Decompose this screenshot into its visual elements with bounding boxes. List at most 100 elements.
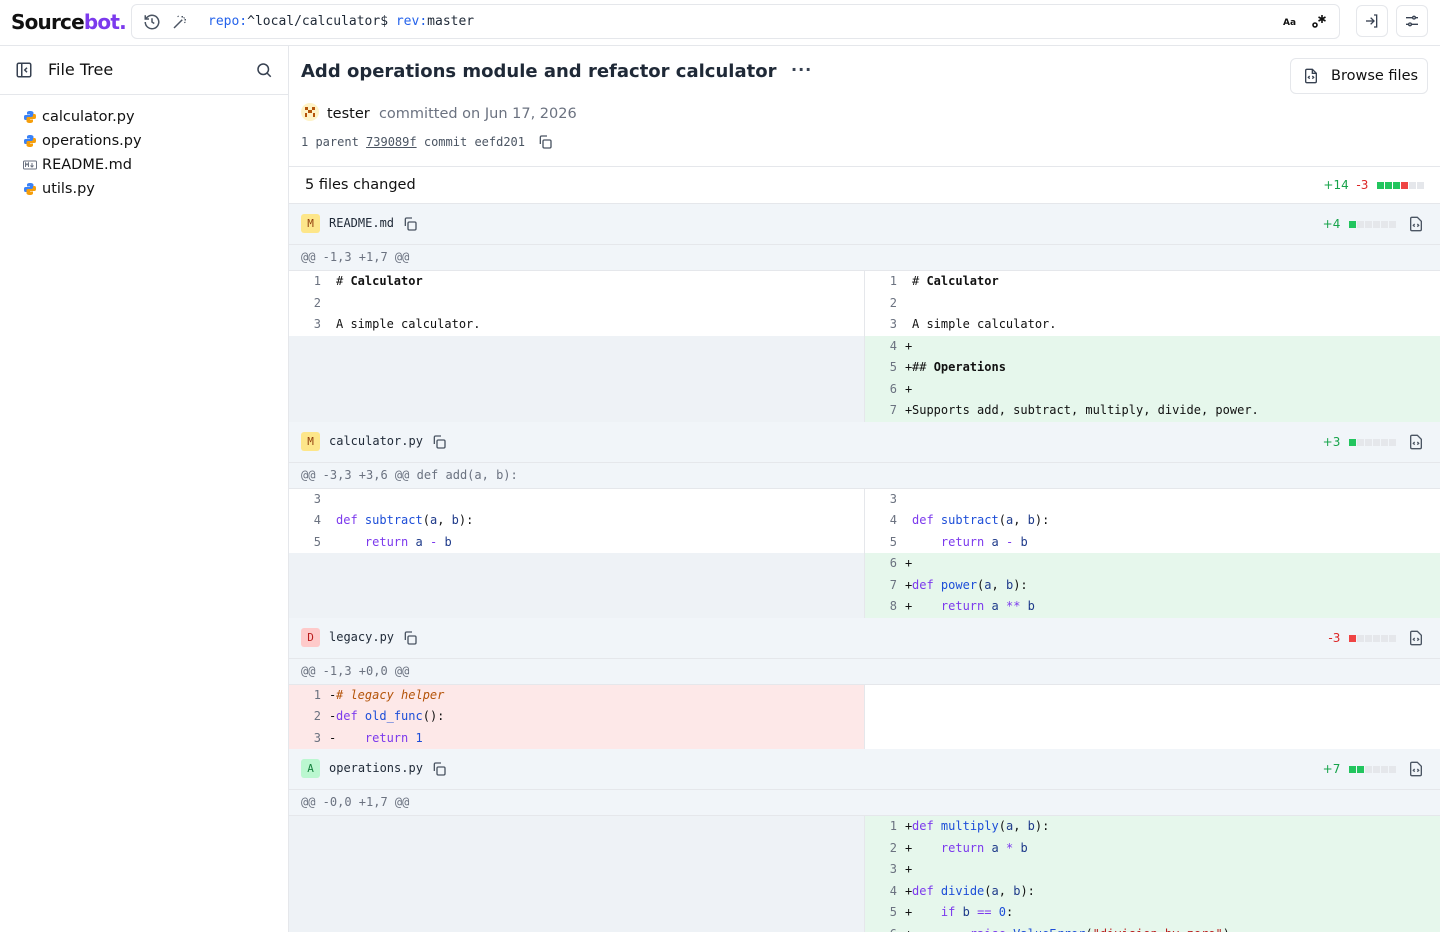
diff-right-side: 3 4 def subtract(a, b): 5 return a - b 6 +…: [865, 489, 1440, 618]
search-icon[interactable]: [255, 61, 273, 83]
browse-files-button[interactable]: Browse files: [1290, 58, 1428, 94]
search-bar[interactable]: repo:^local/calculator$ rev:master Aa: [131, 4, 1340, 39]
file-name[interactable]: README.md: [329, 216, 394, 230]
collapse-panel-icon[interactable]: [15, 61, 33, 83]
added-line: 7 + Supports add, subtract, multiply, divi…: [865, 400, 1440, 422]
magic-wand-icon[interactable]: [171, 13, 189, 31]
files-changed-label: 5 files changed: [305, 177, 416, 193]
commit-hash: eefd201: [474, 135, 526, 149]
diff-line: 5 return a - b: [889, 534, 1028, 549]
added-line: 2 + return a * b: [865, 837, 1440, 859]
regex-icon[interactable]: [1311, 13, 1329, 31]
diff-line: 4 def subtract(a, b):: [313, 513, 474, 527]
search-query: repo:^local/calculator$ rev:master: [208, 14, 475, 29]
tree-item[interactable]: README.md: [0, 153, 288, 177]
commit-author-line: tester committed on Jun 17, 2026: [301, 103, 577, 122]
diff-line: 4 def subtract(a, b):: [889, 513, 1050, 527]
file-diff-header: M calculator.py +3: [289, 421, 1440, 463]
python-icon: [24, 135, 36, 147]
file-name[interactable]: legacy.py: [329, 630, 394, 644]
diff-line: 2: [313, 295, 321, 310]
history-icon[interactable]: [143, 13, 161, 31]
added-line: 7 + def power(a, b):: [865, 574, 1440, 596]
modified-badge: M: [301, 214, 320, 233]
file-tree: calculator.py operations.py README.md ut…: [0, 95, 288, 201]
file-code-icon: [1305, 68, 1317, 84]
diff-line: 3: [313, 491, 321, 506]
diff-line: 3: [889, 491, 897, 506]
commit-date: committed on Jun 17, 2026: [378, 106, 577, 122]
hunk-header: @@ -1,3 +0,0 @@: [289, 658, 1440, 685]
diff-line: 3A simple calculator.: [313, 317, 481, 331]
file-tree-header: File Tree: [0, 46, 288, 95]
file-diff-stat: +3: [1323, 435, 1396, 449]
file-name[interactable]: calculator.py: [329, 434, 423, 448]
commit-header: Add operations module and refactor calcu…: [289, 46, 1440, 167]
author-name[interactable]: tester: [327, 106, 370, 122]
added-line: 6+ raise ValueError("division by zero"): [865, 923, 1440, 932]
commit-title: Add operations module and refactor calcu…: [301, 61, 777, 82]
avatar: [301, 103, 319, 121]
copy-icon[interactable]: [431, 434, 447, 450]
settings-button[interactable]: [1396, 5, 1428, 37]
file-diff-header: D legacy.py -3: [289, 617, 1440, 659]
sign-in-button[interactable]: [1356, 5, 1388, 37]
hunk-header: @@ -0,0 +1,7 @@: [289, 790, 1440, 816]
parent-hash-link[interactable]: 739089f: [366, 135, 417, 149]
view-file-icon[interactable]: [1408, 434, 1424, 454]
diff-body: 3 4 def subtract(a, b): 5 return a - b 3 …: [289, 488, 1440, 618]
case-sensitive-icon[interactable]: Aa: [1283, 14, 1301, 32]
svg-text:Aa: Aa: [1283, 18, 1296, 28]
file-diff-stat: -3: [1328, 631, 1396, 645]
diff-right-side: 1 + def multiply(a, b): 2 + return a * b 3 +…: [865, 816, 1440, 932]
sourcebot-logo[interactable]: Sourcebot.: [11, 10, 127, 34]
diff-line: 1 # Calculator: [313, 274, 423, 288]
file-diff-header: A operations.py +7: [289, 749, 1440, 790]
tree-item[interactable]: calculator.py: [0, 105, 288, 129]
added-line: 6 +: [865, 378, 1440, 400]
file-diff-stat: +7: [1323, 762, 1396, 776]
diff-right-side: [865, 685, 1440, 750]
file-diff-stat: +4: [1323, 217, 1396, 231]
file-name[interactable]: operations.py: [329, 761, 423, 775]
view-file-icon[interactable]: [1408, 630, 1424, 650]
copy-icon[interactable]: [537, 134, 553, 153]
diff-body: 1 # Calculator 2 3A simple calculator. 1 #…: [289, 271, 1440, 422]
copy-icon[interactable]: [402, 216, 418, 232]
diff-left-side: 1- # legacy helper 2- def old_func(): 3- r…: [289, 684, 865, 749]
copy-icon[interactable]: [402, 630, 418, 646]
added-badge: A: [301, 759, 320, 778]
file-tree-title: File Tree: [48, 60, 114, 79]
diff-line: 3A simple calculator.: [889, 317, 1057, 331]
view-file-icon[interactable]: [1408, 216, 1424, 236]
added-line: 4 + def divide(a, b):: [865, 880, 1440, 902]
diff-summary-stat: +14 -3: [1323, 178, 1424, 192]
parent-line: 1 parent 739089f commit eefd201: [301, 134, 553, 153]
diff-line: 5 return a - b: [313, 534, 452, 549]
top-bar: Sourcebot. repo:^local/calculator$ rev:m…: [0, 0, 1440, 46]
files-changed-bar: 5 files changed +14 -3: [289, 167, 1440, 204]
file-tree-panel: File Tree calculator.py operations.py RE…: [0, 46, 289, 932]
hunk-header: @@ -3,3 +3,6 @@ def add(a, b):: [289, 462, 1440, 489]
added-line: 6 +: [865, 553, 1440, 575]
diff-body: 1 + def multiply(a, b): 2 + return a * b 3 +…: [289, 816, 1440, 932]
diff-line: 1 # Calculator: [889, 274, 999, 288]
commit-view: Add operations module and refactor calcu…: [289, 46, 1440, 932]
more-options-button[interactable]: ···: [791, 60, 812, 79]
copy-icon[interactable]: [431, 761, 447, 777]
markdown-icon: [23, 160, 37, 170]
python-icon: [24, 183, 36, 195]
diff-line: 2: [889, 295, 897, 310]
tree-item[interactable]: operations.py: [0, 129, 288, 153]
view-file-icon[interactable]: [1408, 761, 1424, 781]
tree-item[interactable]: utils.py: [0, 177, 288, 201]
python-icon: [24, 111, 36, 123]
deleted-badge: D: [301, 627, 320, 647]
diff-left-side: [289, 816, 865, 932]
added-line: 4 +: [865, 335, 1440, 357]
added-line: 8 + return a ** b: [865, 596, 1440, 618]
deleted-line: 2- def old_func():: [289, 706, 864, 728]
diff-left-side: 1 # Calculator 2 3A simple calculator.: [289, 271, 865, 422]
diff-left-side: 3 4 def subtract(a, b): 5 return a - b: [289, 488, 865, 618]
deleted-line: 3- return 1: [289, 727, 864, 749]
